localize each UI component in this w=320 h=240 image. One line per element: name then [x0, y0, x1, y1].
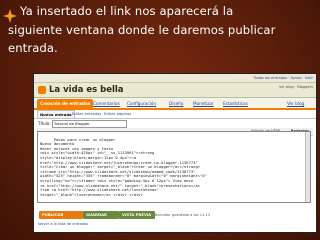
top-links[interactable]: Todas las entradas · Ayuda · Salir: [254, 74, 313, 82]
main-tabs: Creación de entradas Comentarios Configu…: [34, 98, 316, 110]
blog-title: La vida es bella: [49, 85, 124, 95]
blogger-screenshot: Todas las entradas · Ayuda · Salir La vi…: [33, 73, 317, 233]
publish-button[interactable]: PUBLICAR ENTRADA: [39, 211, 83, 225]
tab-creacion-entradas[interactable]: Creación de entradas: [37, 99, 94, 108]
blogger-logo-icon: [38, 86, 46, 94]
subtab-editar-entradas[interactable]: Editar entradas: [70, 110, 103, 118]
post-body-editor[interactable]: Pasos para crear un blogger Nuevo docume…: [37, 131, 311, 203]
tab-diseno[interactable]: Diseño: [166, 99, 186, 108]
tab-monetizar[interactable]: Monetizar: [190, 99, 217, 108]
title-label: Título:: [38, 121, 51, 126]
title-input[interactable]: Tutorial de Blogger: [52, 120, 127, 128]
blog-header: La vida es bella Ver blog · Bloggers: [34, 83, 316, 98]
tab-configuracion[interactable]: Configuración: [124, 99, 159, 108]
editor-content: Pasos para crear un blogger Nuevo docume…: [40, 136, 207, 197]
preview-button[interactable]: VISTA PREVIA: [119, 211, 155, 219]
saved-status: Borrador guardado a las 11:13: [155, 213, 211, 217]
tab-ver-blog[interactable]: Ver blog: [284, 99, 307, 108]
action-bar: PUBLICAR ENTRADA GUARDAR VISTA PREVIA Bo…: [37, 211, 313, 225]
back-link[interactable]: Volver a la lista de entradas: [38, 222, 88, 227]
tab-comentarios[interactable]: Comentarios: [90, 99, 123, 108]
slide-background: Ya insertado el link nos aparecerá la si…: [0, 0, 320, 240]
top-bar: Todas las entradas · Ayuda · Salir: [34, 74, 316, 83]
subtab-editar-paginas[interactable]: Editar páginas: [102, 110, 133, 118]
title-row: Título: Tutorial de Blogger: [34, 119, 316, 128]
editor-scrollbar[interactable]: [305, 132, 310, 202]
tab-estadisticas[interactable]: Estadísticas: [220, 99, 251, 108]
caption-line-1: Ya insertado el link nos aparecerá la: [20, 4, 234, 18]
header-links[interactable]: Ver blog · Bloggers: [279, 85, 313, 90]
subtab-nueva-entrada[interactable]: Nueva entrada: [37, 110, 75, 118]
caption-line-2: siguiente ventana donde le daremos publi…: [8, 22, 276, 37]
sub-tabs: Nueva entrada Editar entradas Editar pág…: [34, 110, 316, 119]
save-button[interactable]: GUARDAR: [83, 211, 119, 219]
slide-caption: Ya insertado el link nos aparecerá la si…: [3, 2, 314, 58]
caption-line-3: entrada.: [8, 41, 58, 55]
